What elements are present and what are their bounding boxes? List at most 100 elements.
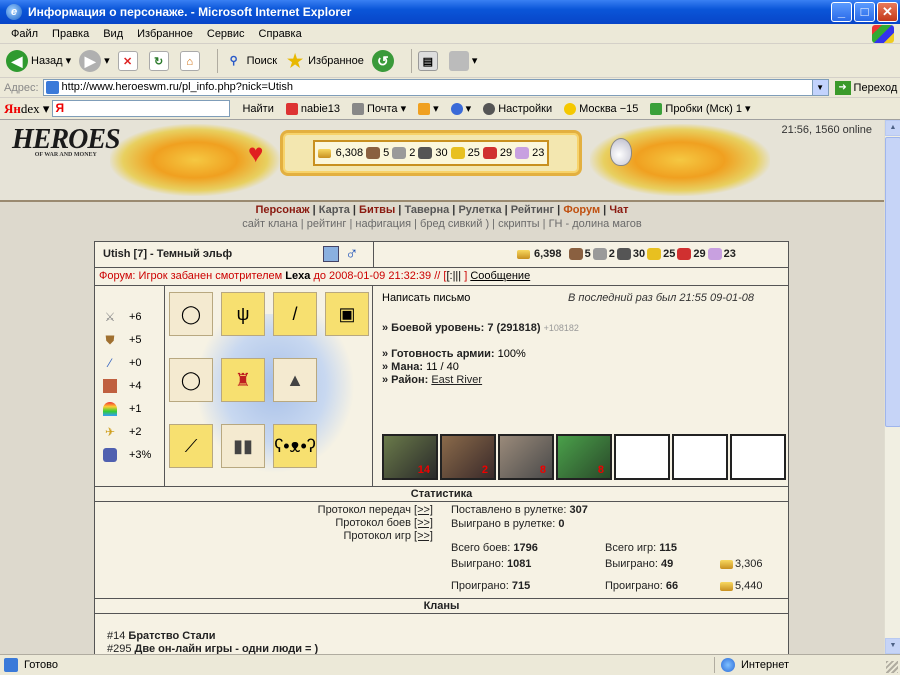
yandex-globe[interactable]: ▾ bbox=[450, 102, 471, 115]
armor-slot[interactable]: ♜ bbox=[221, 358, 265, 402]
stats-column: ⚔ +6 ⛊ +5 ⁄ +0 +4 +1 ✈ +2 +3% bbox=[95, 286, 165, 486]
book-icon bbox=[103, 379, 117, 393]
protocol-links: Протокол передач [>>] Протокол боев [>>]… bbox=[95, 504, 433, 543]
army-slot-empty bbox=[672, 434, 728, 480]
status-text: Готово bbox=[4, 658, 58, 672]
spellbook-icon: ▣ bbox=[338, 303, 356, 324]
nav2-clan-site[interactable]: сайт клана bbox=[242, 218, 298, 230]
menu-file[interactable]: Файл bbox=[4, 28, 45, 40]
battle-log: Протокол боев [>>] bbox=[335, 517, 433, 529]
nav-chat[interactable]: Чат bbox=[609, 204, 628, 216]
transfer-log: Протокол передач [>>] bbox=[317, 504, 433, 516]
nav-rating[interactable]: Рейтинг bbox=[511, 204, 554, 216]
maximize-button[interactable]: □ bbox=[854, 2, 875, 22]
weapon-slot[interactable]: / bbox=[273, 292, 317, 336]
pet-slot[interactable]: ʕ•ᴥ•ʔ bbox=[273, 424, 317, 468]
army-unit-1[interactable]: 14 bbox=[382, 434, 438, 480]
search-button[interactable]: ⚲ Поиск bbox=[224, 51, 278, 71]
forum-links[interactable]: [:||| bbox=[446, 270, 461, 282]
yandex-folder[interactable]: ▾ bbox=[418, 102, 439, 115]
menu-favorites[interactable]: Избранное bbox=[130, 28, 200, 40]
scroll-up-button[interactable]: ▲ bbox=[885, 120, 900, 136]
battle-log-link[interactable]: [>>] bbox=[414, 517, 433, 529]
transfer-log-link[interactable]: [>>] bbox=[414, 504, 433, 516]
go-button[interactable]: ➜ Переход bbox=[834, 80, 897, 95]
nav-map[interactable]: Карта bbox=[319, 204, 350, 216]
army-unit-3[interactable]: 8 bbox=[498, 434, 554, 480]
menu-help[interactable]: Справка bbox=[252, 28, 309, 40]
nav2-rating[interactable]: рейтинг bbox=[307, 218, 347, 230]
nav2-scripts[interactable]: скрипты bbox=[498, 218, 539, 230]
menu-tools[interactable]: Сервис bbox=[200, 28, 252, 40]
ring-slot-2[interactable]: ◯ bbox=[169, 358, 213, 402]
yandex-search-input[interactable]: Я bbox=[52, 100, 231, 117]
address-dropdown[interactable]: ▼ bbox=[812, 79, 829, 96]
favorites-button[interactable]: ★ Избранное bbox=[285, 51, 364, 71]
menu-view[interactable]: Вид bbox=[96, 28, 130, 40]
army-unit-4[interactable]: 8 bbox=[556, 434, 612, 480]
nav2-valley[interactable]: ГН - долина магов bbox=[549, 218, 642, 230]
moderator-nick[interactable]: Lexa bbox=[285, 270, 310, 282]
yandex-logo[interactable]: Янdex ▾ bbox=[4, 101, 49, 117]
close-button[interactable]: ✕ bbox=[877, 2, 898, 22]
mercury-icon bbox=[616, 248, 631, 260]
print-button[interactable]: ▤ bbox=[417, 50, 441, 71]
nav-battles[interactable]: Битвы bbox=[359, 204, 395, 216]
minimize-button[interactable]: _ bbox=[831, 2, 852, 22]
nav-character[interactable]: Персонаж bbox=[255, 204, 309, 216]
region-link[interactable]: East River bbox=[431, 374, 482, 386]
clan-item[interactable]: #295 Две он-лайн игры - одни люди = ) bbox=[107, 643, 318, 654]
sun-icon bbox=[564, 102, 577, 115]
yandex-traffic[interactable]: Пробки (Мск) 1 ▾ bbox=[650, 102, 751, 115]
resource-frame: 6,308 5 2 30 25 29 23 bbox=[280, 130, 582, 176]
sulfur-icon bbox=[450, 147, 465, 159]
nav2-navigation[interactable]: нафигация bbox=[355, 218, 411, 230]
write-letter-link[interactable]: Написать письмо bbox=[382, 292, 470, 304]
nav-forum[interactable]: Форум bbox=[563, 204, 600, 216]
back-button[interactable]: ◀ Назад ▾ bbox=[6, 49, 71, 72]
refresh-button[interactable]: ↻ bbox=[148, 50, 172, 71]
ring-icon: ◯ bbox=[180, 303, 202, 324]
resize-grip[interactable] bbox=[886, 661, 898, 673]
region: » Район: East River bbox=[382, 374, 483, 386]
ring-slot-1[interactable]: ◯ bbox=[169, 292, 213, 336]
yandex-user[interactable]: nabie13 bbox=[285, 102, 340, 115]
male-gender-icon: ♂ bbox=[345, 243, 359, 263]
cloak-slot[interactable]: ▲ bbox=[273, 358, 317, 402]
games-won: Выиграно: 49 bbox=[605, 558, 674, 570]
total-games: Всего игр: 115 bbox=[605, 542, 678, 554]
menu-edit[interactable]: Правка bbox=[45, 28, 96, 40]
nav2-nonsense[interactable]: бред сивкий ) bbox=[420, 218, 489, 230]
clan-badge-icon[interactable] bbox=[323, 246, 339, 262]
nav-tavern[interactable]: Таверна bbox=[404, 204, 449, 216]
forward-arrow-icon: ▶ bbox=[79, 49, 102, 72]
yandex-search-button[interactable]: Найти bbox=[242, 103, 273, 115]
home-button[interactable]: ⌂ bbox=[179, 50, 203, 71]
game-log-link[interactable]: [>>] bbox=[414, 530, 433, 542]
yandex-weather[interactable]: Москва −15 bbox=[564, 102, 638, 115]
yandex-mail[interactable]: Почта ▾ bbox=[352, 102, 406, 115]
vertical-scrollbar[interactable]: ▲ ▼ bbox=[884, 120, 900, 654]
book-slot[interactable]: ▣ bbox=[325, 292, 369, 336]
staff-slot[interactable]: ⟋ bbox=[169, 424, 213, 468]
shield-icon: ⛊ bbox=[105, 333, 115, 347]
clan-item[interactable]: #14 Братство Стали bbox=[107, 630, 216, 642]
edit-button[interactable]: ▾ bbox=[448, 50, 477, 71]
game-logo[interactable]: HEROES OF WAR AND MONEY bbox=[12, 124, 121, 158]
scroll-thumb[interactable] bbox=[885, 137, 900, 427]
yandex-settings[interactable]: Настройки bbox=[483, 102, 552, 115]
top-resources: 6,308 5 2 30 25 29 23 bbox=[313, 140, 549, 166]
stop-button[interactable]: ✕ bbox=[117, 50, 141, 71]
address-input[interactable]: http://www.heroeswm.ru/pl_info.php?nick=… bbox=[42, 79, 813, 96]
ore-icon bbox=[392, 147, 407, 159]
nav-roulette[interactable]: Рулетка bbox=[458, 204, 501, 216]
forward-button[interactable]: ▶ ▾ bbox=[79, 49, 110, 72]
history-button[interactable]: ↺ bbox=[371, 49, 397, 72]
message-link[interactable]: Сообщение bbox=[470, 270, 530, 282]
potion-icon[interactable] bbox=[610, 138, 632, 166]
heart-icon[interactable]: ♥ bbox=[248, 140, 274, 166]
scroll-down-button[interactable]: ▼ bbox=[885, 638, 900, 654]
army-unit-2[interactable]: 2 bbox=[440, 434, 496, 480]
helmet-slot[interactable]: ψ bbox=[221, 292, 265, 336]
boots-slot[interactable]: ▮▮ bbox=[221, 424, 265, 468]
